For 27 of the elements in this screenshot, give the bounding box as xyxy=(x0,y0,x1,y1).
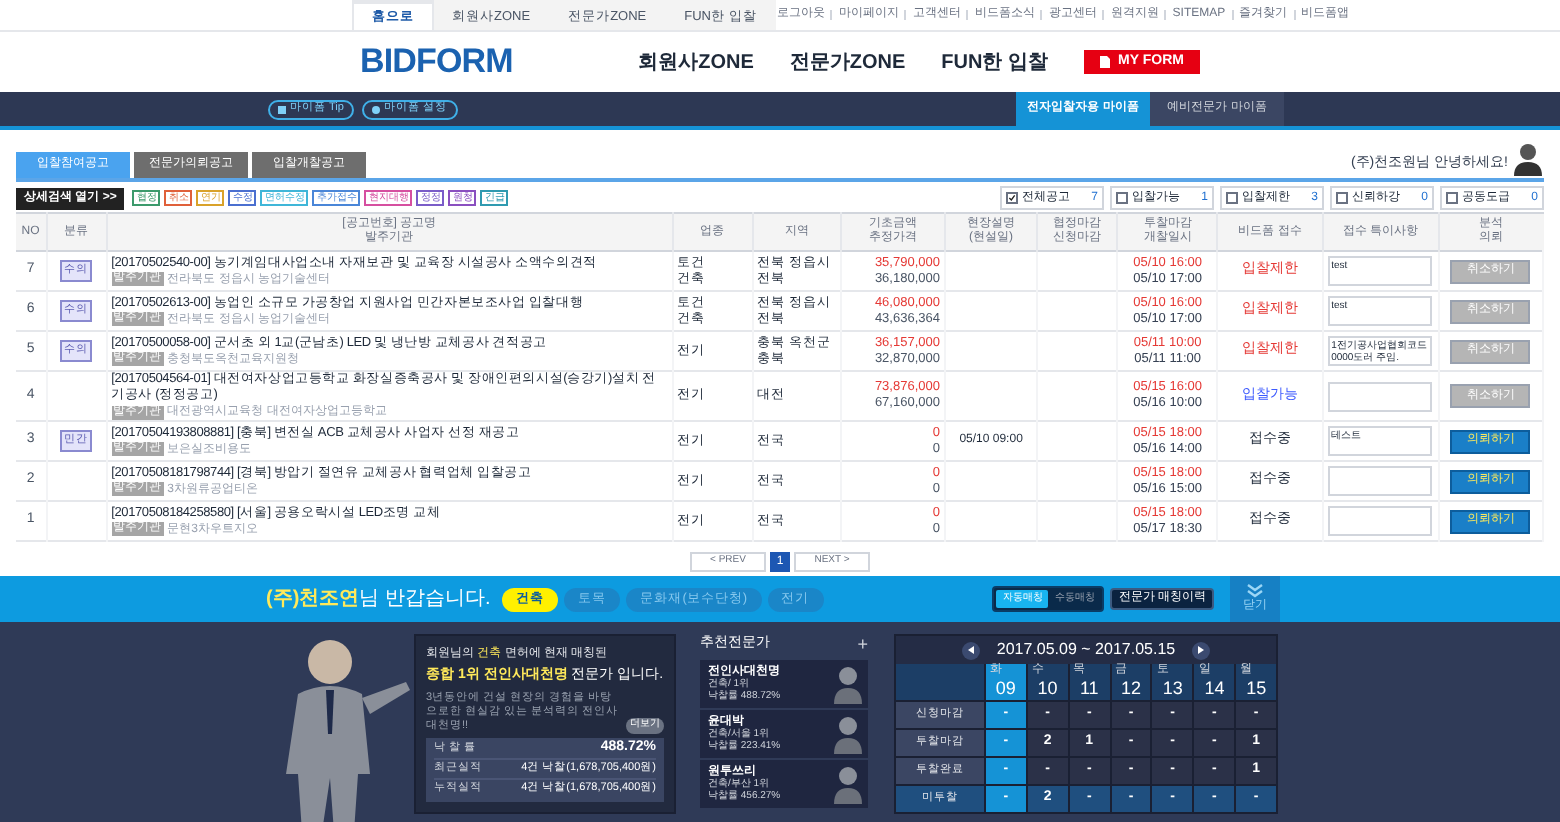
note-field[interactable] xyxy=(1327,506,1432,536)
add-button[interactable]: + xyxy=(857,635,868,653)
document-icon xyxy=(1100,56,1111,68)
checkbox[interactable] xyxy=(1006,192,1018,204)
note-field[interactable] xyxy=(1327,381,1432,411)
person-silhouette-icon xyxy=(832,714,864,754)
note-field[interactable] xyxy=(1327,466,1432,496)
double-chevron-icon xyxy=(1246,583,1264,597)
main-menu-item[interactable]: 회원사ZONE xyxy=(638,47,754,77)
main-menu-item[interactable]: 전문가ZONE xyxy=(789,47,906,77)
caret-right-icon xyxy=(1196,646,1205,654)
checkbox[interactable] xyxy=(1336,192,1348,204)
previous-week-button[interactable] xyxy=(962,641,981,659)
person-silhouette-icon xyxy=(832,664,864,704)
next-week-button[interactable] xyxy=(1191,641,1210,659)
checkbox[interactable] xyxy=(1446,192,1458,204)
checkbox[interactable] xyxy=(1116,192,1128,204)
caret-left-icon xyxy=(967,646,976,654)
person-silhouette-icon xyxy=(832,764,864,804)
date-range: 2017.05.09 ~ 2017.05.15 xyxy=(996,638,1176,662)
calendar-corner-cell xyxy=(896,664,984,700)
check-icon xyxy=(1008,192,1016,204)
checkbox[interactable] xyxy=(1226,192,1238,204)
welcome-text: (주)천조연님 반갑습니다. xyxy=(266,586,491,614)
main-menu-item[interactable]: FUN한 입찰 xyxy=(941,47,1048,77)
bidform-logo[interactable]: BIDFORM xyxy=(360,36,513,88)
avatar-icon xyxy=(1512,142,1544,176)
